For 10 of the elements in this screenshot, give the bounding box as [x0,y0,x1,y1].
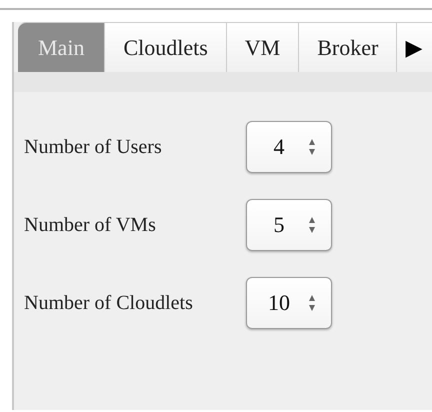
field-label: Number of Users [24,135,163,160]
tab-scroll-button[interactable]: ▶ [397,23,430,72]
number-spinner[interactable]: 4 [246,121,332,173]
stepper-arrows-icon[interactable] [308,293,316,313]
stepper-arrows-icon[interactable] [308,215,316,235]
field-label: Number of Cloudlets [24,291,194,316]
number-spinner[interactable]: 5 [246,199,332,251]
number-spinner[interactable]: 10 [246,277,332,329]
stepper-arrows-icon[interactable] [308,137,316,157]
field-label: Number of VMs [24,213,157,238]
